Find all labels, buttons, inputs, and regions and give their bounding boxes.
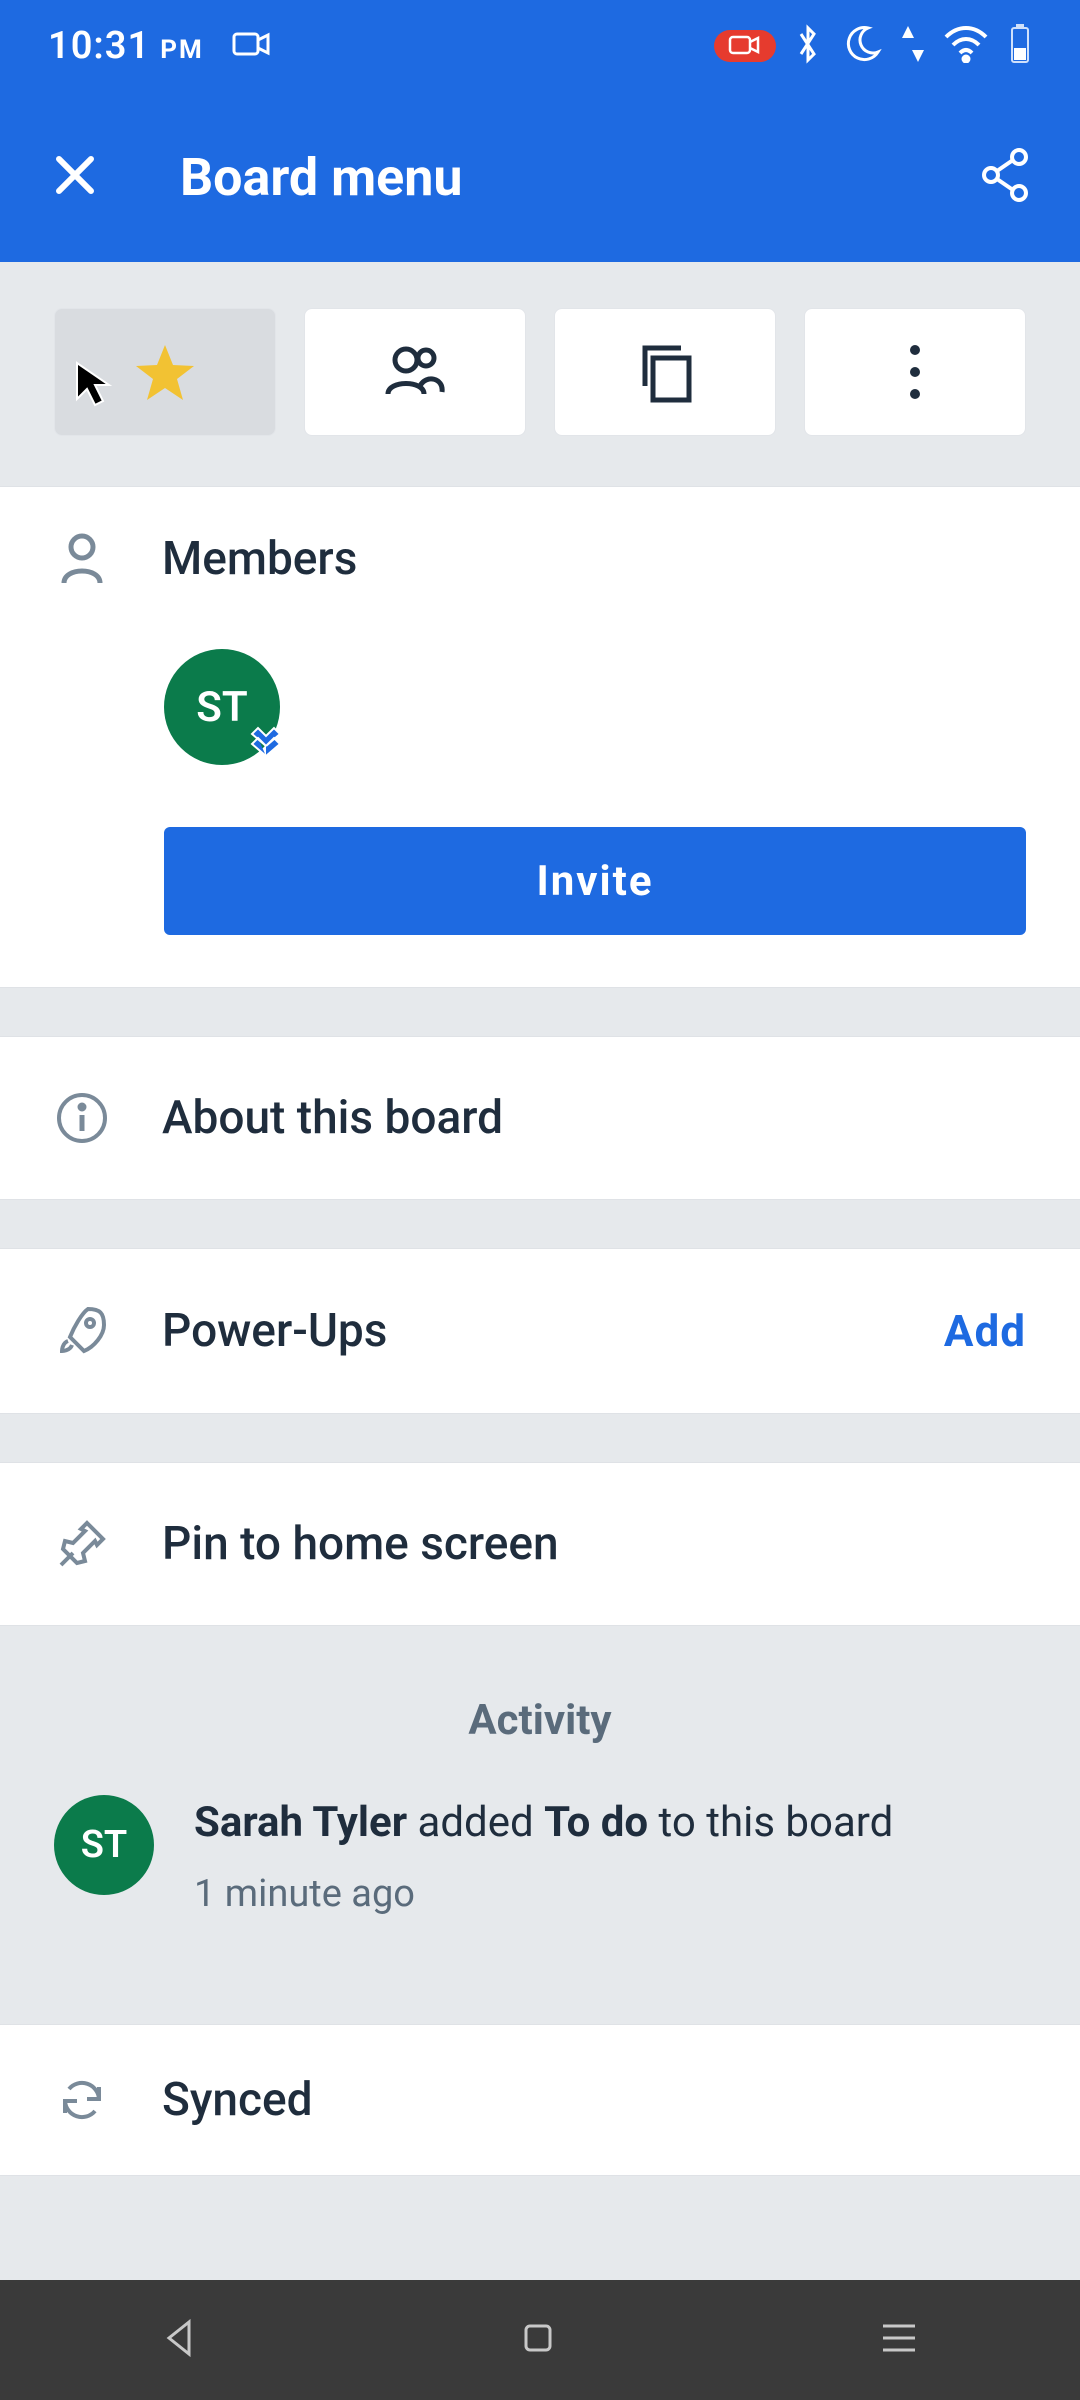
tab-more[interactable] [804, 308, 1026, 436]
tab-star[interactable] [54, 308, 276, 436]
powerups-add-button[interactable]: Add [944, 1305, 1026, 1357]
pin-label: Pin to home screen [162, 1517, 1026, 1571]
activity-time: 1 minute ago [194, 1852, 893, 1916]
status-time: 10:31 [48, 24, 150, 68]
tab-copy[interactable] [554, 308, 776, 436]
pin-icon [54, 1517, 110, 1571]
activity-object: To do [544, 1798, 648, 1847]
spacer [0, 1200, 1080, 1248]
status-bar: 10:31 PM [0, 0, 1080, 92]
record-indicator [714, 30, 776, 62]
members-section: Members ST Invite [0, 486, 1080, 988]
share-button[interactable] [970, 147, 1040, 207]
avatar-initials: ST [196, 683, 247, 732]
rocket-icon [54, 1303, 110, 1359]
activity-section: Activity ST Sarah Tyler added To do to t… [0, 1626, 1080, 1976]
nav-recent-button[interactable] [877, 2320, 921, 2360]
member-avatar[interactable]: ST [164, 649, 280, 765]
activity-item[interactable]: ST Sarah Tyler added To do to this board… [0, 1765, 1080, 1976]
moon-icon [840, 22, 884, 70]
nav-home-button[interactable] [518, 2318, 558, 2362]
app-bar: Board menu [0, 92, 1080, 262]
activity-text: Sarah Tyler added To do to this board [194, 1795, 893, 1852]
nav-back-button[interactable] [159, 2316, 199, 2364]
about-board-row[interactable]: About this board [0, 1036, 1080, 1200]
avatar-initials: ST [81, 1823, 128, 1867]
wifi-icon [942, 25, 990, 67]
system-nav-bar [0, 2280, 1080, 2400]
activity-verb: added [407, 1798, 544, 1847]
spacer [0, 1414, 1080, 1462]
data-icon [902, 22, 924, 70]
close-button[interactable] [40, 149, 110, 205]
star-icon [132, 339, 198, 405]
activity-avatar: ST [54, 1795, 154, 1895]
more-vertical-icon [907, 342, 923, 402]
info-icon [54, 1091, 110, 1145]
cursor-icon [73, 359, 113, 407]
members-avatar-list: ST [54, 587, 1026, 765]
sync-row[interactable]: Synced [0, 2024, 1080, 2176]
pin-row[interactable]: Pin to home screen [0, 1462, 1080, 1626]
invite-button-label: Invite [536, 857, 653, 906]
invite-button[interactable]: Invite [164, 827, 1026, 935]
activity-header: Activity [0, 1626, 1080, 1765]
admin-badge-icon [246, 722, 286, 773]
sync-icon [54, 2075, 110, 2125]
powerups-row[interactable]: Power-Ups Add [0, 1248, 1080, 1414]
bluetooth-icon [794, 22, 822, 70]
spacer [0, 988, 1080, 1036]
person-icon [54, 531, 110, 587]
activity-suffix: to this board [648, 1798, 893, 1847]
members-header: Members [162, 532, 357, 586]
sync-label: Synced [162, 2073, 313, 2127]
board-menu-tabs [0, 262, 1080, 486]
tab-members[interactable] [304, 308, 526, 436]
status-ampm: PM [160, 35, 204, 65]
activity-actor: Sarah Tyler [194, 1798, 407, 1847]
spacer [0, 1976, 1080, 2024]
camera-icon [232, 24, 272, 68]
page-title: Board menu [110, 147, 970, 208]
people-icon [382, 344, 448, 400]
about-board-label: About this board [162, 1091, 1026, 1145]
battery-icon [1008, 22, 1032, 70]
copy-icon [635, 340, 695, 404]
powerups-label: Power-Ups [162, 1304, 892, 1358]
